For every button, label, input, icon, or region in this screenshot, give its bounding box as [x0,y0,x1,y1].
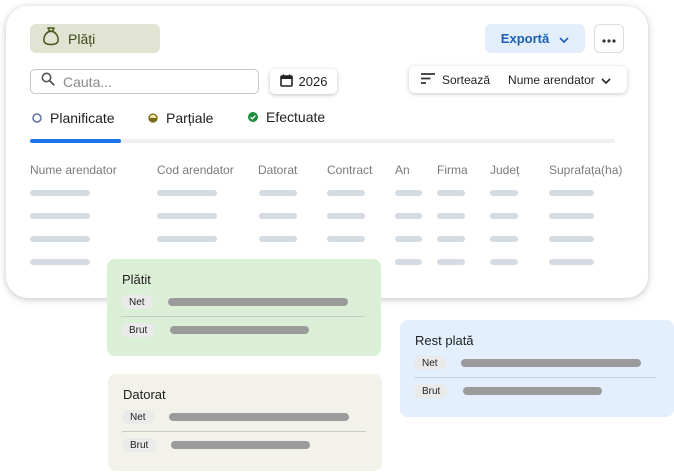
skeleton-cell [490,213,518,219]
check-circle-icon [248,109,258,125]
skeleton-cell [490,236,518,242]
tab-planificate[interactable]: Planificate [32,110,115,126]
skeleton-cell [327,190,365,196]
owed-summary-card: Datorat Net Brut [108,374,382,471]
gross-badge: Brut [121,323,156,337]
remaining-title: Rest plată [415,333,474,348]
search-input[interactable] [63,73,243,90]
skeleton-cell [30,190,90,196]
circle-outline-icon [32,110,42,126]
skeleton-cell [157,190,217,196]
export-button[interactable]: Exportă [485,24,585,53]
net-badge: Net [414,356,446,370]
skeleton-cell [437,213,465,219]
skeleton-cell [549,236,594,242]
money-bag-icon [42,26,60,51]
column-header[interactable]: Contract [327,163,372,177]
column-header[interactable]: An [395,163,410,177]
tab-partiale[interactable]: Parțiale [148,110,213,126]
column-header[interactable]: Județ [490,163,519,177]
sort-icon [421,72,435,87]
net-badge: Net [121,295,153,309]
column-header[interactable]: Cod arendator [157,163,234,177]
gross-badge: Brut [414,384,449,398]
calendar-icon [279,74,293,90]
skeleton-cell [437,190,465,196]
divider [122,431,366,432]
skeleton-cell [490,190,518,196]
skeleton-cell [259,213,297,219]
tab-efectuate[interactable]: Efectuate [248,109,325,125]
chevron-down-icon [601,73,611,87]
skeleton-cell [549,190,594,196]
tab-label: Planificate [50,110,115,126]
search-box [30,69,259,94]
skeleton-cell [395,259,422,265]
skeleton-cell [157,236,217,242]
skeleton-cell [30,213,90,219]
gross-value-placeholder [463,387,602,395]
column-header[interactable]: Firma [437,163,468,177]
page-title-chip: Plăți [30,24,160,53]
column-header[interactable]: Nume arendator [30,163,117,177]
net-badge: Net [122,410,154,424]
tab-indicator [30,139,121,143]
net-value-placeholder [461,359,641,367]
divider [121,316,365,317]
export-label: Exportă [500,31,550,46]
skeleton-cell [395,190,422,196]
skeleton-cell [549,213,594,219]
skeleton-cell [259,190,297,196]
net-value-placeholder [168,298,348,306]
paid-summary-card: Plătit Net Brut [107,259,381,356]
gross-value-placeholder [171,441,310,449]
skeleton-cell [157,213,217,219]
tab-label: Efectuate [266,109,326,125]
owed-title: Datorat [123,387,166,402]
paid-title: Plătit [122,272,151,287]
remaining-summary-card: Rest plată Net Brut [400,320,674,417]
skeleton-cell [30,236,90,242]
skeleton-cell [549,259,594,265]
column-header[interactable]: Suprafața(ha) [549,163,622,177]
skeleton-cell [327,213,365,219]
chevron-down-icon [559,31,569,46]
tab-label: Parțiale [166,110,214,126]
net-value-placeholder [169,413,349,421]
sort-control[interactable]: Sortează Nume arendator [409,66,627,93]
sort-label: Sortează [442,72,491,87]
gross-badge: Brut [122,438,157,452]
year-label: 2026 [298,74,328,89]
more-vert-icon [602,30,616,48]
sort-value: Nume arendator [508,72,595,87]
skeleton-cell [490,259,518,265]
skeleton-cell [30,259,90,265]
status-tabs: Planificate Parțiale Efectuate [30,108,615,144]
year-selector[interactable]: 2026 [270,69,337,94]
skeleton-cell [437,259,465,265]
skeleton-cell [437,236,465,242]
half-circle-icon [148,110,158,126]
skeleton-cell [259,236,297,242]
skeleton-cell [327,236,365,242]
divider [414,377,656,378]
page-title: Plăți [68,30,96,47]
skeleton-cell [395,236,422,242]
column-header[interactable]: Datorat [258,163,297,177]
search-icon [41,72,55,91]
skeleton-cell [395,213,422,219]
more-options-button[interactable] [594,24,624,53]
gross-value-placeholder [170,326,309,334]
